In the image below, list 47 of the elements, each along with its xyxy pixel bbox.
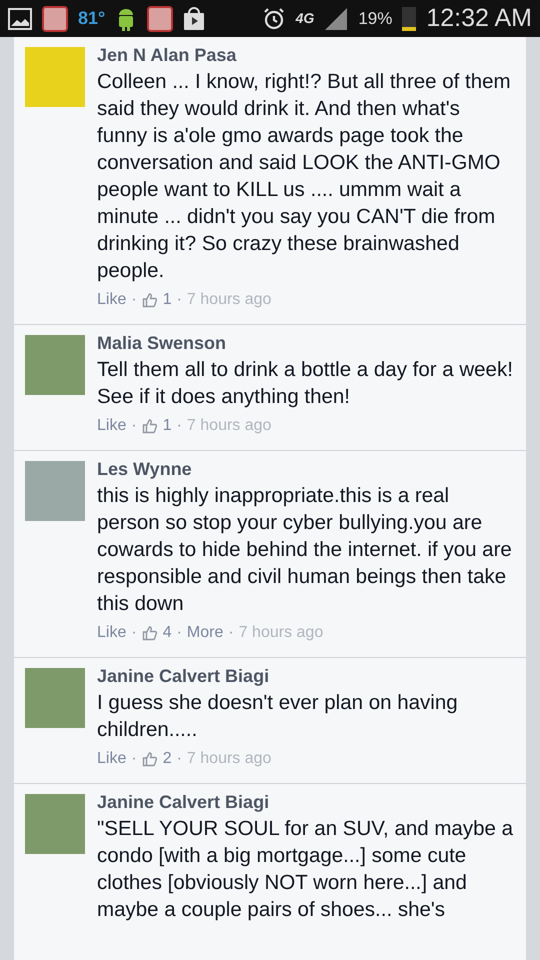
commenter-name[interactable]: Malia Swenson xyxy=(97,331,514,355)
network-type: 4G xyxy=(296,9,314,28)
alarm-clock-icon xyxy=(262,6,286,30)
separator-dot: · xyxy=(228,623,234,643)
temperature: 81° xyxy=(78,7,106,30)
separator-dot: · xyxy=(131,290,137,310)
separator-dot: · xyxy=(176,623,182,643)
timestamp: 7 hours ago xyxy=(186,416,272,436)
timestamp: 7 hours ago xyxy=(186,290,272,310)
signal-icon xyxy=(324,6,348,30)
commenter-name[interactable]: Les Wynne xyxy=(97,457,514,481)
separator-dot: · xyxy=(176,749,182,769)
app-notification-icon xyxy=(147,6,174,32)
comment-text: I guess she doesn't ever plan on having children..... xyxy=(97,690,459,743)
avatar-photo-placeholder xyxy=(25,668,85,728)
like-count: 4 xyxy=(162,623,172,643)
battery-icon xyxy=(402,6,416,30)
thumbs-up-icon xyxy=(142,418,158,434)
image-icon xyxy=(8,8,32,30)
like-count: 1 xyxy=(162,290,172,310)
separator-dot: · xyxy=(131,623,137,643)
thumbs-up-icon xyxy=(142,751,158,767)
clock: 12:32 AM xyxy=(426,2,532,34)
play-store-icon xyxy=(183,6,206,30)
avatar-photo-placeholder xyxy=(25,47,85,107)
avatar-photo-placeholder xyxy=(25,335,85,395)
thumbs-up-icon xyxy=(142,292,158,308)
thumbs-up-icon xyxy=(142,625,158,641)
separator-dot: · xyxy=(131,749,137,769)
commenter-name[interactable]: Janine Calvert Biagi xyxy=(97,790,514,814)
timestamp: 7 hours ago xyxy=(238,623,324,643)
separator-dot: · xyxy=(176,416,182,436)
separator-dot: · xyxy=(131,416,137,436)
app-notification-icon xyxy=(42,6,68,32)
commenter-name[interactable]: Janine Calvert Biagi xyxy=(97,664,514,688)
like-count: 2 xyxy=(162,749,172,769)
commenter-name[interactable]: Jen N Alan Pasa xyxy=(97,43,514,67)
comment-text: this is highly inappropriate.this is a real person so stop your cyber bullying.you are cowards to hide behind the internet. if you are responsible and civil human beings then take this down xyxy=(97,483,513,617)
separator-dot: · xyxy=(176,290,182,310)
timestamp: 7 hours ago xyxy=(186,749,272,769)
like-count: 1 xyxy=(162,416,172,436)
avatar-photo-placeholder xyxy=(25,794,85,854)
comment-text: Tell them all to drink a bottle a day for a week! See if it does anything then! xyxy=(97,357,514,410)
comment-text: Colleen ... I know, right!? But all three of them said they would drink it. And then what's funny is a'ole gmo awards page took the conversation and said LOOK the ANTI-GMO people want to KILL us .... ummm wait a minute ... didn't you say you CAN'T die from drinking it? So crazy these brainwashed people. xyxy=(97,69,512,284)
battery-percent: 19% xyxy=(358,8,392,30)
comment-text: "SELL YOUR SOUL for an SUV, and maybe a condo [with a big mortgage...] some cute clothes [obviously NOT worn here...] and maybe a couple pairs of shoes... she's xyxy=(97,816,514,923)
avatar-photo-placeholder xyxy=(25,461,85,521)
